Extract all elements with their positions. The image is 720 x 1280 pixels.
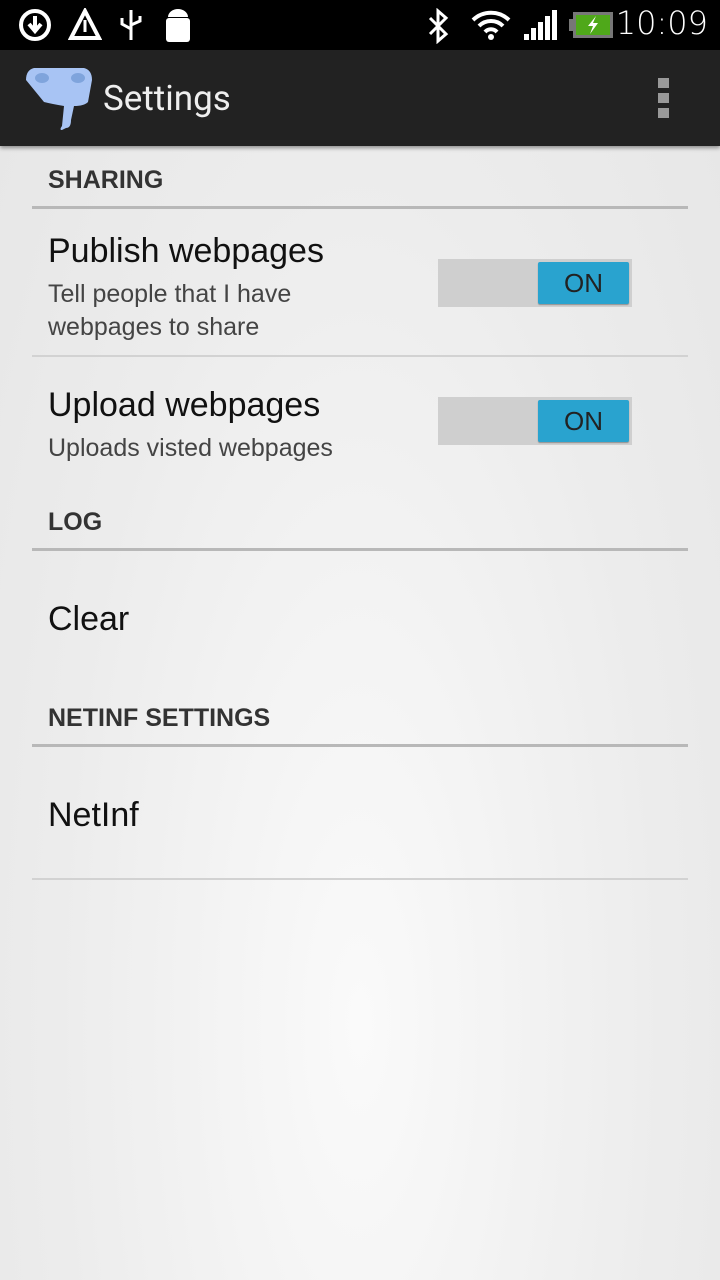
android-debug-icon [166, 9, 190, 42]
pref-clear[interactable]: Clear [48, 600, 129, 639]
overflow-menu-icon[interactable] [658, 78, 670, 120]
elephant-logo[interactable] [24, 64, 96, 134]
pref-title: Upload webpages [48, 386, 321, 424]
action-bar: Settings [0, 50, 720, 146]
section-header-log: LOG [48, 508, 103, 536]
divider [32, 744, 688, 747]
divider [32, 548, 688, 551]
section-header-netinf: NETINF SETTINGS [48, 704, 271, 732]
publish-toggle[interactable]: ON [438, 259, 632, 307]
pref-summary: Tell people that I have webpages to shar… [48, 280, 292, 341]
divider [32, 206, 688, 209]
battery-charging-icon [569, 12, 613, 38]
clock: 10:09 [615, 4, 708, 42]
divider [32, 878, 688, 880]
warning-icon [68, 8, 102, 40]
download-sync-icon [19, 9, 51, 41]
toggle-thumb: ON [538, 262, 629, 304]
usb-icon [120, 10, 142, 40]
toggle-thumb: ON [538, 400, 629, 442]
wifi-icon [471, 10, 511, 40]
pref-title: Publish webpages [48, 232, 324, 270]
pref-netinf[interactable]: NetInf [48, 796, 139, 835]
page-title: Settings [103, 78, 231, 119]
signal-icon [524, 10, 557, 40]
upload-toggle[interactable]: ON [438, 397, 632, 445]
status-bar: 10:09 [0, 0, 720, 50]
divider [32, 355, 688, 357]
pref-summary: Uploads visted webpages [48, 434, 333, 462]
bluetooth-icon [428, 8, 449, 44]
section-header-sharing: SHARING [48, 166, 164, 194]
